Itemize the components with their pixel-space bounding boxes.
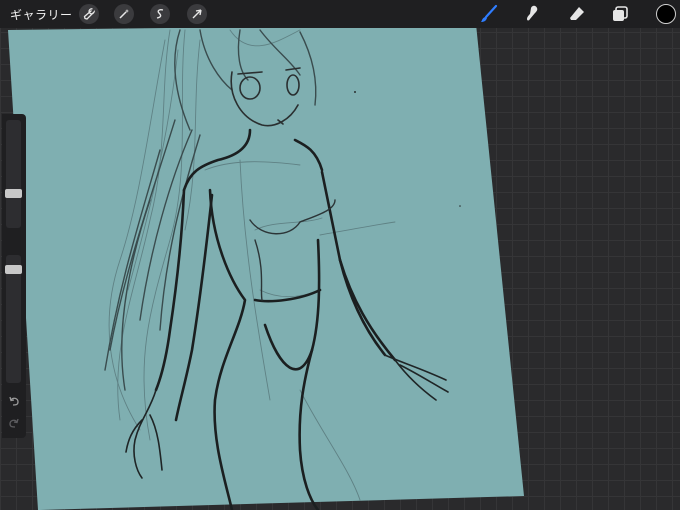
adjustments-button[interactable] [114, 4, 134, 24]
artwork-canvas[interactable] [0, 0, 680, 510]
magic-wand-icon [119, 9, 129, 19]
opacity-slider[interactable] [5, 255, 22, 383]
selection-s-icon [156, 9, 164, 19]
redo-icon [9, 418, 19, 428]
undo-icon [9, 396, 19, 406]
arrow-cursor-icon [192, 9, 202, 19]
layers-icon [613, 6, 628, 21]
brush-size-slider[interactable] [5, 120, 22, 228]
layers-button[interactable] [609, 3, 631, 25]
redo-button[interactable] [7, 416, 21, 430]
top-toolbar: ギャラリー [0, 0, 680, 28]
selection-button[interactable] [150, 4, 170, 24]
brush-size-slider-thumb[interactable] [5, 189, 22, 199]
smudge-icon [527, 5, 538, 21]
smudge-tool-button[interactable] [522, 3, 544, 25]
artboard-background [8, 24, 524, 510]
opacity-slider-thumb[interactable] [5, 264, 22, 274]
gallery-button[interactable]: ギャラリー [10, 6, 73, 23]
eraser-icon [570, 7, 584, 20]
brush-icon [481, 4, 498, 22]
color-picker-button[interactable] [656, 4, 676, 24]
left-sidebar [2, 114, 26, 438]
wrench-icon [83, 8, 95, 20]
brush-tool-button[interactable] [478, 3, 500, 25]
eraser-tool-button[interactable] [566, 3, 588, 25]
undo-button[interactable] [7, 394, 21, 408]
transform-button[interactable] [187, 4, 207, 24]
actions-button[interactable] [79, 4, 99, 24]
